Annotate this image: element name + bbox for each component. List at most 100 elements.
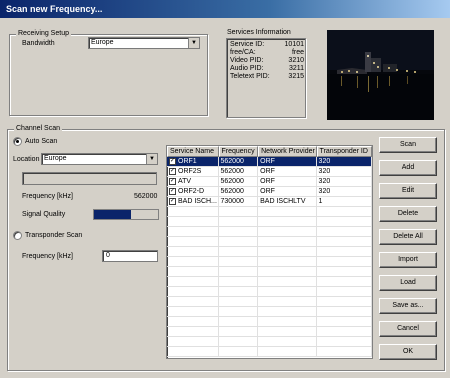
service-name-cell: ✓ ORF2S: [167, 167, 219, 176]
empty-cell: [258, 247, 317, 257]
delete-button[interactable]: Delete: [379, 206, 437, 222]
empty-cell: [219, 267, 259, 277]
empty-cell: [167, 207, 219, 217]
import-button[interactable]: Import: [379, 252, 437, 268]
empty-table-row: [167, 327, 372, 337]
empty-cell: [317, 207, 372, 217]
auto-scan-label[interactable]: Auto Scan: [25, 138, 57, 145]
add-button[interactable]: Add: [379, 160, 437, 176]
transponder-scan-label[interactable]: Transponder Scan: [25, 232, 82, 239]
empty-table-row: [167, 227, 372, 237]
table-row[interactable]: ✓ ORF1 562000 ORF 320: [167, 157, 372, 167]
column-header-network-provider[interactable]: Network Provider: [258, 146, 317, 157]
table-row[interactable]: ✓ ORF2S 562000 ORF 320: [167, 167, 372, 177]
ok-button[interactable]: OK: [379, 344, 437, 360]
services-info-row: free/CA: free: [230, 49, 304, 57]
title-bar: Scan new Frequency...: [0, 0, 450, 18]
services-info-value: 10101: [284, 41, 304, 48]
empty-cell: [219, 237, 259, 247]
table-row[interactable]: ✓ ORF2-D 562000 ORF 320: [167, 187, 372, 197]
location-select[interactable]: Europe ▼: [41, 153, 158, 165]
empty-cell: [317, 317, 372, 327]
transponder-id-cell: 320: [317, 187, 372, 196]
empty-cell: [167, 277, 219, 287]
empty-cell: [219, 247, 259, 257]
empty-cell: [167, 257, 219, 267]
empty-table-row: [167, 217, 372, 227]
row-checkbox[interactable]: ✓: [169, 177, 176, 185]
transponder-id-cell: 1: [317, 197, 372, 206]
empty-cell: [258, 267, 317, 277]
night-harbor-image: [327, 30, 434, 120]
transponder-frequency-input[interactable]: 0: [102, 250, 158, 262]
empty-table-row: [167, 207, 372, 217]
transponder-id-cell: 320: [317, 167, 372, 176]
services-info-value: 3210: [288, 57, 304, 64]
empty-cell: [317, 247, 372, 257]
signal-quality-fill: [94, 210, 132, 219]
empty-cell: [219, 287, 259, 297]
empty-cell: [167, 337, 219, 347]
row-checkbox[interactable]: ✓: [169, 167, 176, 175]
empty-cell: [167, 297, 219, 307]
empty-table-row: [167, 267, 372, 277]
bandwidth-label: Bandwidth: [22, 40, 55, 47]
empty-cell: [167, 247, 219, 257]
services-info-label: Teletext PID:: [230, 73, 270, 80]
empty-cell: [219, 217, 259, 227]
frequency-cell: 562000: [219, 177, 259, 186]
table-row[interactable]: ✓ BAD ISCH... 730000 BAD ISCHLTV 1: [167, 197, 372, 207]
row-checkbox[interactable]: ✓: [169, 197, 176, 205]
empty-cell: [258, 307, 317, 317]
empty-cell: [317, 237, 372, 247]
chevron-down-icon[interactable]: ▼: [146, 154, 157, 164]
row-checkbox[interactable]: ✓: [169, 157, 176, 165]
column-header-frequency[interactable]: Frequency: [218, 146, 259, 157]
receiving-setup-title: Receiving Setup: [16, 30, 71, 37]
channel-table: Service Name Frequency Network Provider …: [166, 145, 373, 359]
service-name-text: ATV: [178, 178, 192, 185]
edit-button[interactable]: Edit: [379, 183, 437, 199]
service-name-text: ORF2S: [178, 168, 202, 175]
empty-table-row: [167, 257, 372, 267]
services-info-label: Audio PID:: [230, 65, 264, 72]
empty-table-row: [167, 277, 372, 287]
column-header-transponder-id[interactable]: Transponder ID: [316, 146, 372, 157]
load-button[interactable]: Load: [379, 275, 437, 291]
channel-scan-title: Channel Scan: [14, 125, 62, 132]
empty-cell: [167, 307, 219, 317]
cancel-button[interactable]: Cancel: [379, 321, 437, 337]
signal-quality-label: Signal Quality: [22, 211, 66, 218]
empty-cell: [317, 307, 372, 317]
table-row[interactable]: ✓ ATV 562000 ORF 320: [167, 177, 372, 187]
bandwidth-value: Europe: [91, 39, 114, 46]
auto-scan-radio[interactable]: [13, 137, 22, 146]
empty-cell: [219, 297, 259, 307]
scan-progress-bar: [22, 172, 157, 185]
empty-cell: [219, 347, 259, 357]
empty-cell: [258, 227, 317, 237]
empty-cell: [317, 297, 372, 307]
services-info-label: free/CA:: [230, 49, 256, 56]
empty-cell: [167, 347, 219, 357]
frequency-cell: 562000: [218, 157, 259, 166]
transponder-id-cell: 320: [316, 157, 372, 166]
empty-cell: [317, 287, 372, 297]
scan-button[interactable]: Scan: [379, 137, 437, 153]
column-header-service-name[interactable]: Service Name: [167, 146, 219, 157]
save-as-button[interactable]: Save as...: [379, 298, 437, 314]
network-provider-cell: BAD ISCHLTV: [258, 197, 317, 206]
empty-cell: [167, 237, 219, 247]
chevron-down-icon[interactable]: ▼: [188, 38, 199, 48]
services-info-box: Service ID: 10101 free/CA: free Video PID: 32…: [226, 38, 306, 118]
delete-all-button[interactable]: Delete All: [379, 229, 437, 245]
network-provider-cell: ORF: [258, 157, 317, 166]
bandwidth-select[interactable]: Europe ▼: [88, 37, 200, 49]
frequency-cell: 730000: [219, 197, 259, 206]
transponder-frequency-label: Frequency [kHz]: [22, 253, 73, 260]
network-provider-cell: ORF: [258, 187, 317, 196]
transponder-scan-radio[interactable]: [13, 231, 22, 240]
row-checkbox[interactable]: ✓: [169, 187, 176, 195]
service-name-cell: ✓ ORF1: [167, 157, 219, 166]
empty-cell: [258, 277, 317, 287]
